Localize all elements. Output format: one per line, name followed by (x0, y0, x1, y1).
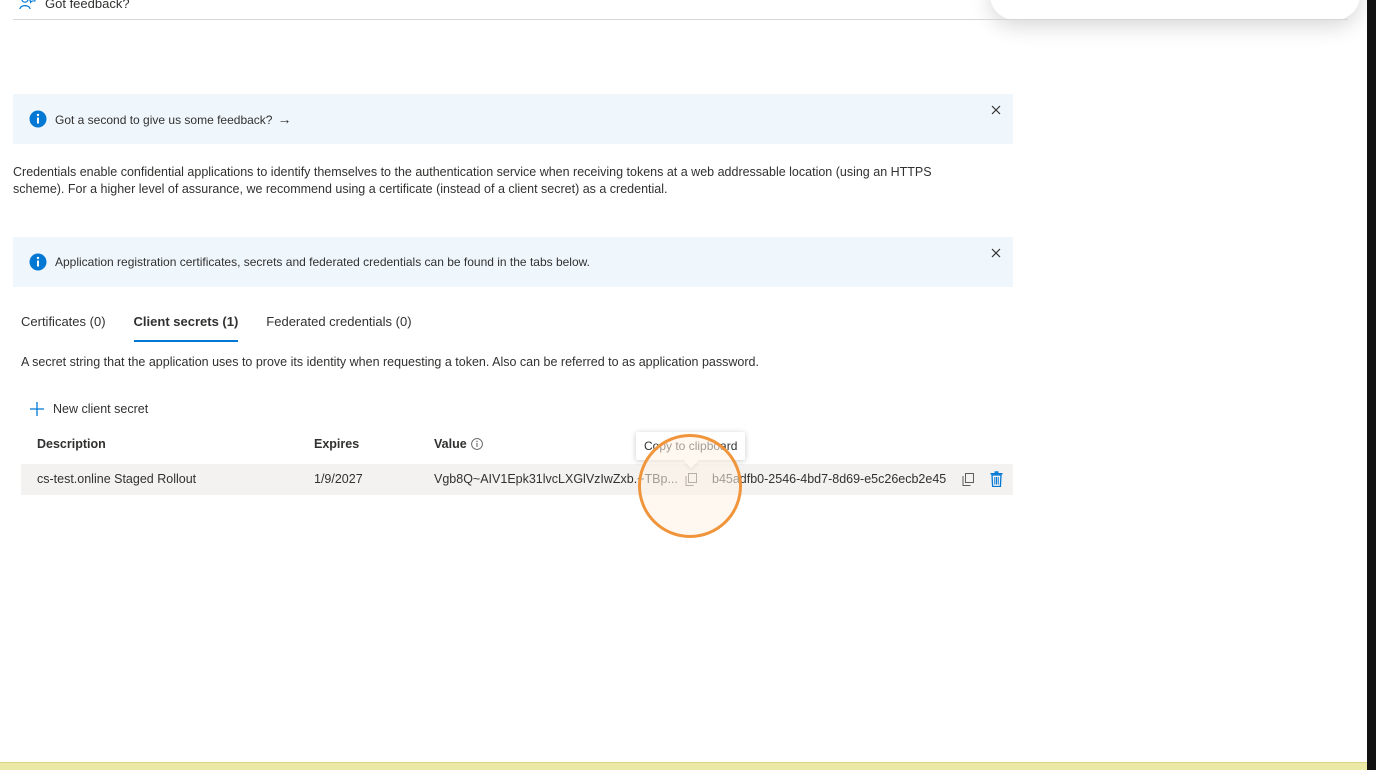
feedback-banner: Got a second to give us some feedback? → (13, 94, 1013, 144)
feedback-banner-text: Got a second to give us some feedback? (55, 113, 273, 127)
copy-icon[interactable] (685, 473, 697, 486)
column-header-value: Value (434, 437, 483, 451)
close-icon[interactable] (989, 246, 1003, 260)
tab-certificates[interactable]: Certificates (0) (21, 314, 106, 342)
got-feedback-label: Got feedback? (45, 0, 130, 11)
info-banner: Application registration certificates, s… (13, 237, 1013, 287)
info-outline-icon[interactable] (470, 438, 483, 450)
person-feedback-icon (19, 0, 36, 10)
close-icon[interactable] (989, 103, 1003, 117)
info-icon (29, 253, 47, 271)
column-header-value-label: Value (434, 437, 467, 451)
copy-icon[interactable] (962, 473, 974, 486)
credential-tabs: Certificates (0) Client secrets (1) Fede… (21, 314, 440, 342)
table-row: cs-test.online Staged Rollout 1/9/2027 V… (21, 464, 1013, 495)
arrow-right-icon: → (277, 111, 292, 127)
top-divider (13, 19, 1348, 20)
secret-value-cell: Vgb8Q~AIV1Epk31lvcLXGlVzIwZxb.~TBp... (434, 472, 677, 486)
got-feedback-button[interactable]: Got feedback? (19, 0, 130, 12)
right-edge-bar (1367, 0, 1376, 770)
secret-id-cell: b45adfb0-2546-4bd7-8d69-e5c26ecb2e45 (712, 472, 947, 486)
app-registration-certificates-secrets-page: Got feedback? Got a second to give us so… (0, 0, 1376, 770)
column-header-expires: Expires (314, 437, 360, 451)
overlay-shadow (990, 0, 1360, 20)
new-client-secret-button[interactable]: New client secret (29, 401, 148, 417)
column-header-description: Description (37, 437, 106, 451)
feedback-banner-link[interactable]: Got a second to give us some feedback? → (55, 111, 291, 127)
secret-description-cell: cs-test.online Staged Rollout (37, 472, 197, 486)
credentials-description: Credentials enable confidential applicat… (13, 165, 932, 196)
plus-icon (30, 402, 44, 416)
new-client-secret-label: New client secret (53, 402, 149, 416)
secrets-table-header: Description Expires Value Secret ID (21, 437, 1013, 457)
tab-federated-credentials[interactable]: Federated credentials (0) (266, 314, 411, 342)
secret-expires-cell: 1/9/2027 (314, 472, 363, 486)
trash-icon[interactable] (990, 471, 1003, 487)
bottom-notification-strip (0, 762, 1367, 770)
client-secrets-description: A secret string that the application use… (21, 355, 759, 369)
tab-client-secrets[interactable]: Client secrets (1) (133, 314, 238, 342)
copy-to-clipboard-tooltip: Copy to clipboard (636, 432, 746, 460)
info-banner-text: Application registration certificates, s… (55, 255, 590, 269)
info-icon (29, 110, 47, 128)
